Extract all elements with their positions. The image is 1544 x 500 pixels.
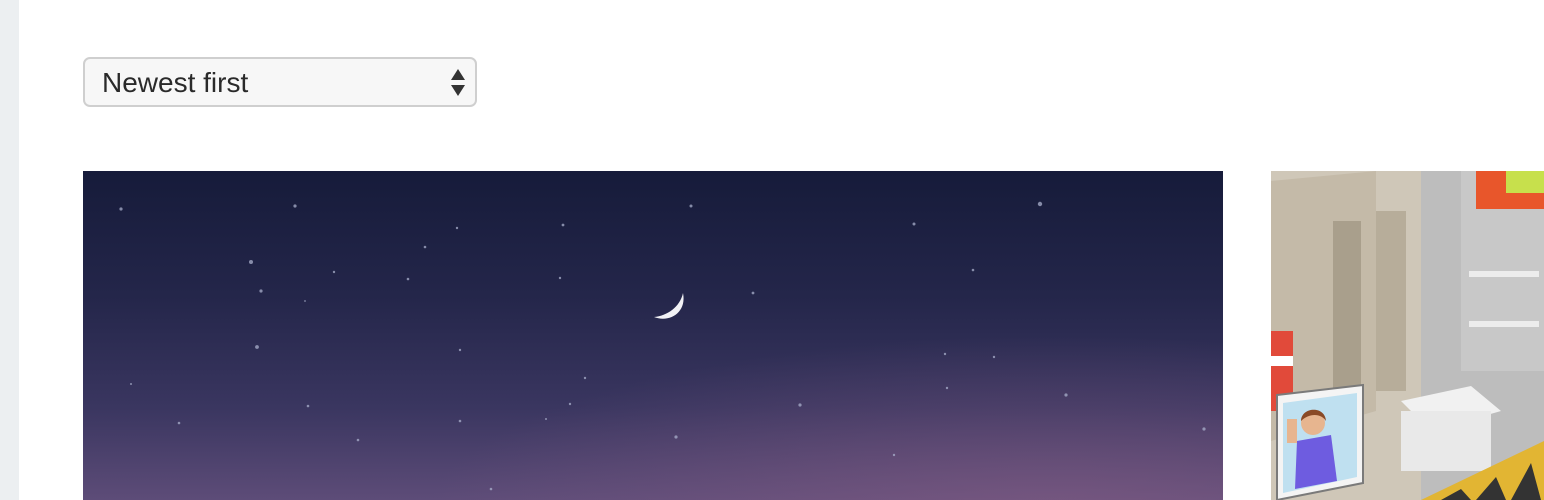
- night-sky-image-card[interactable]: [83, 171, 1223, 500]
- city-illustration-image-card[interactable]: [1271, 171, 1544, 500]
- page: Newest first: [0, 0, 1544, 500]
- night-sky-image: [83, 171, 1223, 500]
- left-rail: [0, 0, 19, 500]
- city-illustration-image: [1271, 171, 1544, 500]
- sort-select[interactable]: Newest first: [83, 57, 477, 107]
- sort-select-value: Newest first: [102, 67, 249, 98]
- up-down-arrows-icon: [449, 68, 467, 98]
